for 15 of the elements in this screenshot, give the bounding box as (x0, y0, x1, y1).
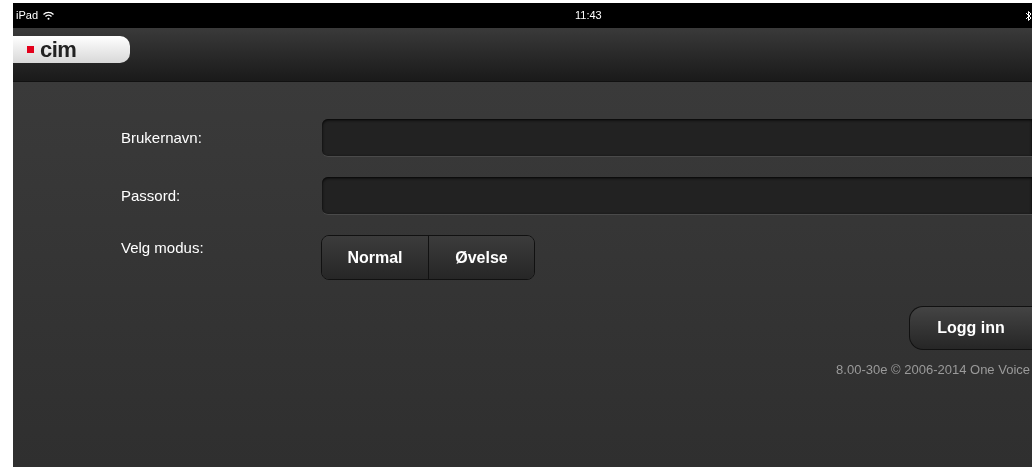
carrier-label: iPad (16, 8, 39, 24)
mode-option[interactable]: Øvelse (428, 236, 534, 279)
bluetooth-icon (1025, 9, 1032, 22)
input-field[interactable] (322, 177, 1032, 215)
field-label: Velg modus: (120, 238, 205, 258)
logo-square-icon (27, 46, 34, 53)
input-field[interactable] (322, 119, 1032, 157)
version-text: 8.00-30e © 2006-2014 One Voice (836, 361, 1030, 379)
field-label: Brukernavn: (120, 127, 203, 148)
field-label: Passord: (120, 185, 182, 206)
mode-option[interactable]: Normal (322, 236, 428, 279)
wifi-icon (43, 11, 55, 20)
logo-text: cim (40, 38, 77, 61)
login-button[interactable]: Logg inn (909, 306, 1032, 350)
clock: 11:43 (575, 8, 602, 24)
